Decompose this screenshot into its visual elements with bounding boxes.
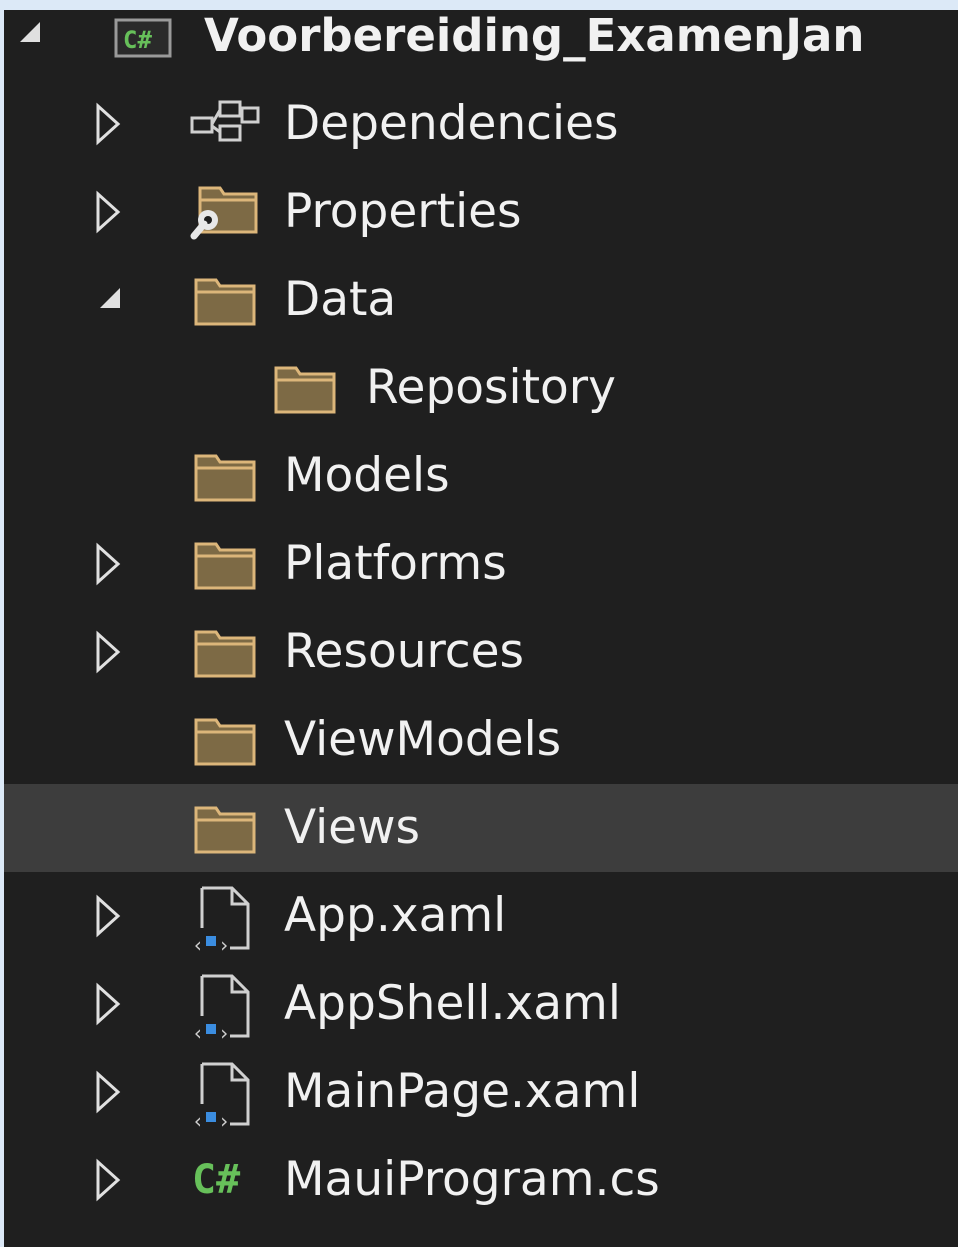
- tree-item-label: MauiProgram.cs: [284, 1152, 660, 1207]
- tree-item-label: Repository: [366, 360, 616, 415]
- svg-text:‹: ‹: [192, 1021, 204, 1045]
- svg-text:C#: C#: [123, 26, 152, 54]
- folder-icon: [272, 344, 340, 432]
- collapsed-arrow-icon[interactable]: [94, 80, 134, 168]
- folder-icon: [192, 256, 260, 344]
- xaml-file-icon: ‹ ›: [190, 1048, 262, 1136]
- svg-text:‹: ‹: [192, 933, 204, 957]
- dependencies-icon: [190, 80, 262, 168]
- solution-explorer-tree: C# Voorbereiding_ExamenJan Dependencies: [4, 9, 958, 1247]
- csharp-project-icon: C#: [112, 0, 176, 80]
- tree-item-label: ViewModels: [284, 712, 562, 767]
- xaml-file-icon: ‹ ›: [190, 960, 262, 1048]
- tree-item-dependencies[interactable]: Dependencies: [4, 80, 958, 168]
- collapsed-arrow-icon[interactable]: [94, 1048, 134, 1136]
- tree-item-label: Models: [284, 448, 450, 503]
- tree-item-label: MainPage.xaml: [284, 1064, 641, 1119]
- collapsed-arrow-icon[interactable]: [94, 608, 134, 696]
- tree-item-views[interactable]: Views: [4, 784, 958, 872]
- svg-text:›: ›: [218, 933, 230, 957]
- tree-item-label: Data: [284, 272, 397, 327]
- folder-icon: [192, 520, 260, 608]
- tree-item-viewmodels[interactable]: ViewModels: [4, 696, 958, 784]
- tree-item-mainpage-xaml[interactable]: ‹ › MainPage.xaml: [4, 1048, 958, 1136]
- collapsed-arrow-icon[interactable]: [94, 520, 134, 608]
- tree-item-data[interactable]: Data: [4, 256, 958, 344]
- collapsed-arrow-icon[interactable]: [94, 960, 134, 1048]
- tree-item-appshell-xaml[interactable]: ‹ › AppShell.xaml: [4, 960, 958, 1048]
- tree-item-label: Properties: [284, 184, 522, 239]
- collapsed-arrow-icon[interactable]: [94, 1136, 134, 1224]
- tree-item-models[interactable]: Models: [4, 432, 958, 520]
- tree-item-project[interactable]: C# Voorbereiding_ExamenJan: [4, 0, 958, 80]
- xaml-file-icon: ‹ ›: [190, 872, 262, 960]
- project-name: Voorbereiding_ExamenJan: [204, 9, 865, 62]
- folder-icon: [192, 784, 260, 872]
- expanded-arrow-icon[interactable]: [14, 0, 54, 80]
- tree-item-app-xaml[interactable]: ‹ › App.xaml: [4, 872, 958, 960]
- collapsed-arrow-icon[interactable]: [94, 168, 134, 256]
- expanded-arrow-icon[interactable]: [94, 256, 134, 344]
- tree-item-label: Views: [284, 800, 421, 855]
- folder-icon: [192, 608, 260, 696]
- folder-icon: [192, 432, 260, 520]
- tree-item-repository[interactable]: Repository: [4, 344, 958, 432]
- collapsed-arrow-icon[interactable]: [94, 872, 134, 960]
- properties-folder-icon: [190, 168, 262, 256]
- tree-item-properties[interactable]: Properties: [4, 168, 958, 256]
- tree-item-label: AppShell.xaml: [284, 976, 621, 1031]
- tree-item-label: App.xaml: [284, 888, 507, 943]
- tree-item-resources[interactable]: Resources: [4, 608, 958, 696]
- tree-item-label: Dependencies: [284, 96, 619, 151]
- csharp-file-icon: C#: [192, 1157, 241, 1203]
- folder-icon: [192, 696, 260, 784]
- svg-text:‹: ‹: [192, 1109, 204, 1133]
- tree-item-mauiprogram-cs[interactable]: C# MauiProgram.cs: [4, 1136, 958, 1224]
- tree-item-platforms[interactable]: Platforms: [4, 520, 958, 608]
- tree-item-label: Platforms: [284, 536, 507, 591]
- tree-item-label: Resources: [284, 624, 525, 679]
- svg-text:›: ›: [218, 1109, 230, 1133]
- svg-text:›: ›: [218, 1021, 230, 1045]
